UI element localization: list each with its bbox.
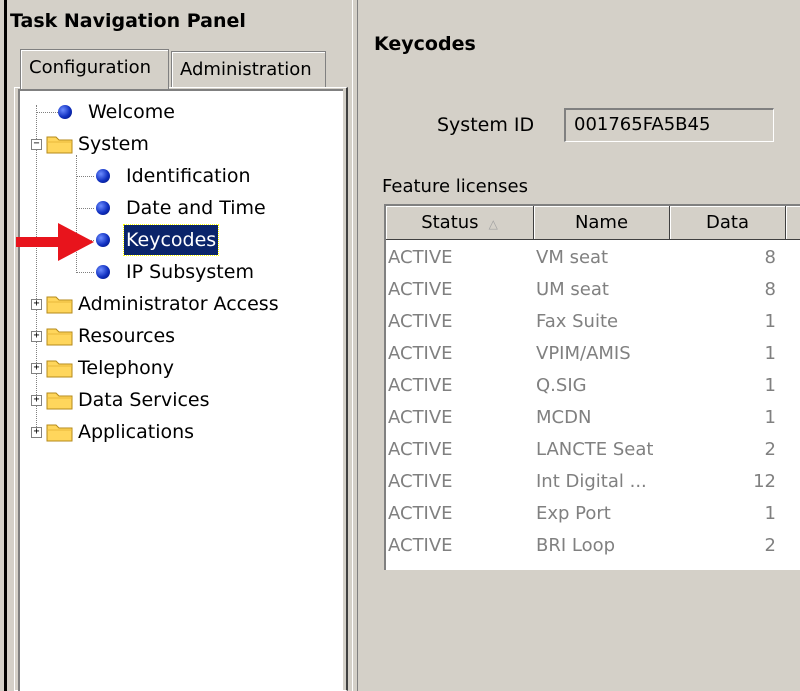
blue-dot-icon xyxy=(58,105,72,119)
folder-icon xyxy=(46,294,74,314)
tree-connector xyxy=(36,112,58,113)
status-cell: ACTIVE xyxy=(388,279,453,300)
tab-configuration[interactable]: Configuration xyxy=(20,49,169,89)
tree-connector xyxy=(76,208,94,209)
expand-icon[interactable]: + xyxy=(31,395,42,406)
tree-item-administrator-access[interactable]: Administrator Access xyxy=(78,289,279,319)
tree-item-data-services[interactable]: Data Services xyxy=(78,385,210,415)
tree-connector xyxy=(76,176,94,177)
status-cell: ACTIVE xyxy=(388,311,453,332)
name-cell: Fax Suite xyxy=(536,311,619,332)
column-header-data[interactable]: Data xyxy=(670,206,786,240)
status-cell: ACTIVE xyxy=(388,439,453,460)
name-cell: BRI Loop xyxy=(536,535,616,556)
name-cell: LANCTE Seat xyxy=(536,439,654,460)
table-row[interactable]: ACTIVE Fax Suite 1 xyxy=(386,306,800,338)
keycodes-panel: Keycodes System ID 001765FA5B45 Feature … xyxy=(358,0,800,691)
expand-icon[interactable]: + xyxy=(31,299,42,310)
status-cell: ACTIVE xyxy=(388,503,453,524)
data-cell: 1 xyxy=(764,503,776,524)
table-row[interactable]: ACTIVE VM seat 8 xyxy=(386,242,800,274)
folder-icon xyxy=(46,134,74,154)
folder-icon xyxy=(46,358,74,378)
feature-licenses-label: Feature licenses xyxy=(382,176,528,197)
panel-title: Task Navigation Panel xyxy=(10,10,246,32)
status-cell: ACTIVE xyxy=(388,375,453,396)
table-row[interactable]: ACTIVE VPIM/AMIS 1 xyxy=(386,338,800,370)
page-title: Keycodes xyxy=(374,33,476,55)
name-cell: VM seat xyxy=(536,247,609,268)
column-header-extra[interactable] xyxy=(786,206,800,240)
name-cell: Q.SIG xyxy=(536,375,587,396)
table-row[interactable]: ACTIVE MCDN 1 xyxy=(386,402,800,434)
folder-icon xyxy=(46,422,74,442)
column-header-status[interactable]: Status △ xyxy=(386,206,534,240)
window-edge xyxy=(4,0,7,691)
tree-item-system[interactable]: System xyxy=(78,129,149,159)
tab-administration[interactable]: Administration xyxy=(171,51,326,87)
navigation-tree[interactable]: Welcome − System Identification Date and… xyxy=(18,89,343,691)
tree-item-welcome[interactable]: Welcome xyxy=(88,97,175,127)
status-cell: ACTIVE xyxy=(388,535,453,556)
status-cell: ACTIVE xyxy=(388,407,453,428)
data-cell: 1 xyxy=(764,375,776,396)
data-cell: 2 xyxy=(764,439,776,460)
tree-item-applications[interactable]: Applications xyxy=(78,417,194,447)
name-cell: MCDN xyxy=(536,407,592,428)
task-navigation-panel: Task Navigation Panel Administration Con… xyxy=(0,0,352,691)
tree-item-keycodes[interactable]: Keycodes xyxy=(122,224,220,256)
data-cell: 1 xyxy=(764,407,776,428)
name-cell: Exp Port xyxy=(536,503,611,524)
name-cell: VPIM/AMIS xyxy=(536,343,631,364)
tree-item-resources[interactable]: Resources xyxy=(78,321,175,351)
folder-icon xyxy=(46,326,74,346)
expand-icon[interactable]: + xyxy=(31,331,42,342)
data-cell: 1 xyxy=(764,311,776,332)
blue-dot-icon xyxy=(96,169,110,183)
system-id-label: System ID xyxy=(437,114,535,136)
status-cell: ACTIVE xyxy=(388,343,453,364)
expand-icon[interactable]: + xyxy=(31,363,42,374)
blue-dot-icon xyxy=(96,201,110,215)
status-cell: ACTIVE xyxy=(388,471,453,492)
table-row[interactable]: ACTIVE Exp Port 1 xyxy=(386,498,800,530)
data-cell: 2 xyxy=(764,535,776,556)
collapse-icon[interactable]: − xyxy=(31,139,42,150)
tree-item-date-and-time[interactable]: Date and Time xyxy=(126,193,266,223)
tree-item-telephony[interactable]: Telephony xyxy=(78,353,174,383)
table-row[interactable]: ACTIVE Int Digital ... 12 xyxy=(386,466,800,498)
tree-connector xyxy=(36,105,37,431)
folder-icon xyxy=(46,390,74,410)
table-row[interactable]: ACTIVE UM seat 8 xyxy=(386,274,800,306)
blue-dot-icon xyxy=(96,265,110,279)
data-cell: 12 xyxy=(753,471,776,492)
table-row[interactable]: ACTIVE Q.SIG 1 xyxy=(386,370,800,402)
status-cell: ACTIVE xyxy=(388,247,453,268)
column-header-name[interactable]: Name xyxy=(534,206,670,240)
tree-item-ip-subsystem[interactable]: IP Subsystem xyxy=(126,257,254,287)
feature-licenses-table[interactable]: Status △ Name Data ACTIVE VM seat 8 ACTIVE UM… xyxy=(384,204,800,570)
name-cell: UM seat xyxy=(536,279,609,300)
data-cell: 1 xyxy=(764,343,776,364)
table-row[interactable]: ACTIVE BRI Loop 2 xyxy=(386,530,800,562)
column-header-label: Status xyxy=(421,212,479,233)
red-arrow-annotation xyxy=(16,223,94,261)
sort-ascending-icon: △ xyxy=(488,217,498,231)
data-cell: 8 xyxy=(764,279,776,300)
expand-icon[interactable]: + xyxy=(31,427,42,438)
tree-connector xyxy=(76,272,94,273)
name-cell: Int Digital ... xyxy=(536,471,647,492)
tree-item-identification[interactable]: Identification xyxy=(126,161,251,191)
table-row[interactable]: ACTIVE LANCTE Seat 2 xyxy=(386,434,800,466)
blue-dot-icon xyxy=(96,233,110,247)
system-id-field: 001765FA5B45 xyxy=(564,108,774,142)
data-cell: 8 xyxy=(764,247,776,268)
